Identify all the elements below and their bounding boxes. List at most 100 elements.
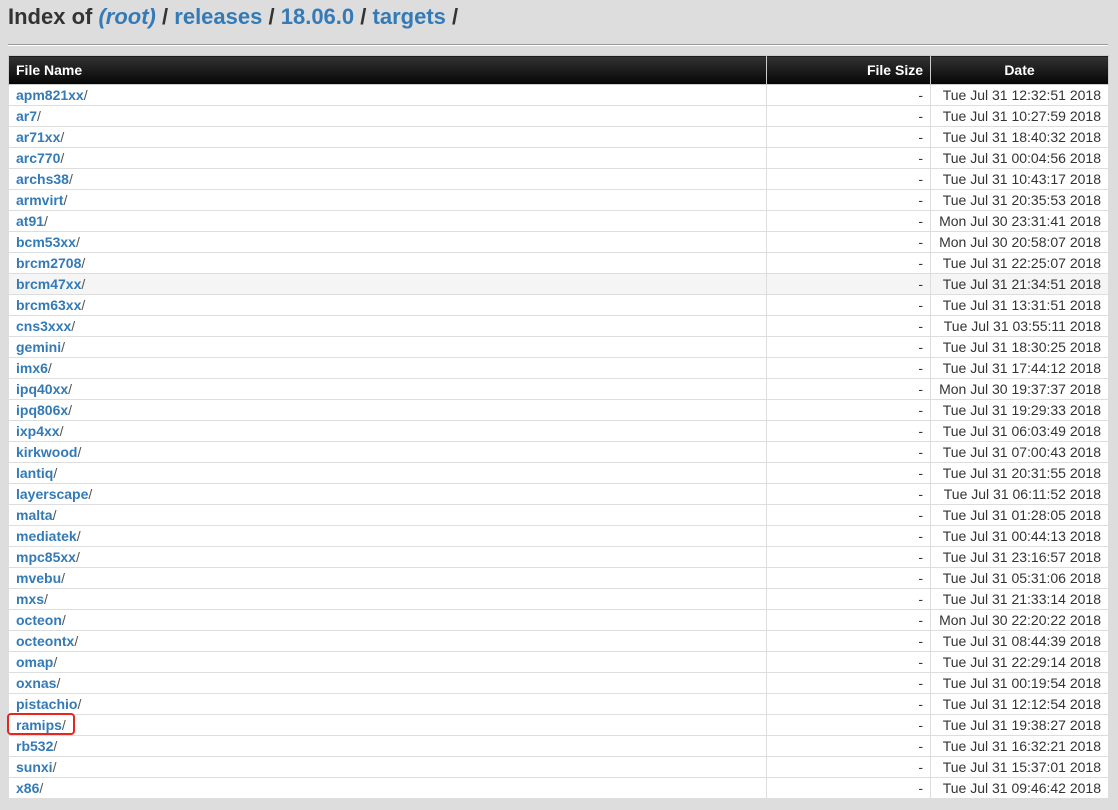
- date-cell: Tue Jul 31 08:44:39 2018: [930, 630, 1109, 652]
- file-name-cell: x86/: [8, 777, 767, 799]
- directory-link-ipq806x[interactable]: ipq806x: [16, 402, 68, 418]
- file-name-cell: malta/: [8, 504, 767, 526]
- directory-suffix: /: [56, 675, 61, 691]
- file-name-cell: mvebu/: [8, 567, 767, 589]
- file-name-cell: bcm53xx/: [8, 231, 767, 253]
- file-name-cell: oxnas/: [8, 672, 767, 694]
- directory-link-oxnas[interactable]: oxnas: [16, 675, 56, 691]
- directory-link-brcm63xx[interactable]: brcm63xx: [16, 297, 81, 313]
- directory-suffix: /: [53, 654, 58, 670]
- table-row: brcm47xx/- Tue Jul 31 21:34:51 2018: [8, 273, 1109, 295]
- directory-link-brcm2708[interactable]: brcm2708: [16, 255, 81, 271]
- file-size-cell: -: [766, 399, 931, 421]
- directory-suffix: /: [59, 423, 64, 439]
- file-size-cell: -: [766, 147, 931, 169]
- directory-suffix: /: [61, 339, 66, 355]
- directory-link-kirkwood[interactable]: kirkwood: [16, 444, 77, 460]
- directory-suffix: /: [39, 780, 44, 796]
- directory-link-archs38[interactable]: archs38: [16, 171, 69, 187]
- table-row: rb532/- Tue Jul 31 16:32:21 2018: [8, 735, 1109, 757]
- directory-link-ar7[interactable]: ar7: [16, 108, 37, 124]
- directory-suffix: /: [53, 738, 58, 754]
- directory-link-armvirt[interactable]: armvirt: [16, 192, 63, 208]
- date-cell: Tue Jul 31 10:27:59 2018: [930, 105, 1109, 127]
- file-name-cell: mpc85xx/: [8, 546, 767, 568]
- file-name-cell: imx6/: [8, 357, 767, 379]
- column-header-file-name[interactable]: File Name: [8, 55, 767, 85]
- table-row: pistachio/- Tue Jul 31 12:12:54 2018: [8, 693, 1109, 715]
- file-size-cell: -: [766, 441, 931, 463]
- date-cell: Tue Jul 31 05:31:06 2018: [930, 567, 1109, 589]
- directory-link-rb532[interactable]: rb532: [16, 738, 53, 754]
- directory-suffix: /: [68, 402, 73, 418]
- file-name-cell: gemini/: [8, 336, 767, 358]
- file-size-cell: -: [766, 126, 931, 148]
- directory-link-ixp4xx[interactable]: ixp4xx: [16, 423, 60, 439]
- divider: [8, 44, 1108, 46]
- date-cell: Tue Jul 31 19:29:33 2018: [930, 399, 1109, 421]
- table-row: kirkwood/- Tue Jul 31 07:00:43 2018: [8, 441, 1109, 463]
- date-cell: Tue Jul 31 21:33:14 2018: [930, 588, 1109, 610]
- directory-link-mvebu[interactable]: mvebu: [16, 570, 61, 586]
- directory-link-bcm53xx[interactable]: bcm53xx: [16, 234, 76, 250]
- directory-link-octeontx[interactable]: octeontx: [16, 633, 74, 649]
- table-row: x86/- Tue Jul 31 09:46:42 2018: [8, 777, 1109, 799]
- table-row: ixp4xx/- Tue Jul 31 06:03:49 2018: [8, 420, 1109, 442]
- table-row: layerscape/- Tue Jul 31 06:11:52 2018: [8, 483, 1109, 505]
- breadcrumb-root[interactable]: (root): [98, 4, 155, 29]
- date-cell: Tue Jul 31 17:44:12 2018: [930, 357, 1109, 379]
- directory-link-ar71xx[interactable]: ar71xx: [16, 129, 60, 145]
- date-cell: Mon Jul 30 19:37:37 2018: [930, 378, 1109, 400]
- directory-link-x86[interactable]: x86: [16, 780, 39, 796]
- directory-suffix: /: [47, 360, 52, 376]
- file-name-cell: brcm47xx/: [8, 273, 767, 295]
- directory-link-at91[interactable]: at91: [16, 213, 44, 229]
- table-row: ar7/- Tue Jul 31 10:27:59 2018: [8, 105, 1109, 127]
- directory-link-malta[interactable]: malta: [16, 507, 53, 523]
- breadcrumb-targets[interactable]: targets: [373, 4, 446, 29]
- column-header-file-size[interactable]: File Size: [766, 55, 931, 85]
- directory-link-ipq40xx[interactable]: ipq40xx: [16, 381, 68, 397]
- directory-link-cns3xxx[interactable]: cns3xxx: [16, 318, 71, 334]
- date-cell: Tue Jul 31 10:43:17 2018: [930, 168, 1109, 190]
- directory-link-pistachio[interactable]: pistachio: [16, 696, 77, 712]
- page-title: Index of (root) / releases / 18.06.0 / t…: [8, 3, 458, 31]
- file-name-cell: brcm63xx/: [8, 294, 767, 316]
- table-row: imx6/- Tue Jul 31 17:44:12 2018: [8, 357, 1109, 379]
- directory-link-gemini[interactable]: gemini: [16, 339, 61, 355]
- file-size-cell: -: [766, 693, 931, 715]
- date-cell: Tue Jul 31 01:28:05 2018: [930, 504, 1109, 526]
- title-prefix: Index of: [8, 4, 93, 29]
- date-cell: Tue Jul 31 19:38:27 2018: [930, 714, 1109, 736]
- directory-link-mpc85xx[interactable]: mpc85xx: [16, 549, 76, 565]
- breadcrumb-version[interactable]: 18.06.0: [281, 4, 354, 29]
- directory-link-arc770[interactable]: arc770: [16, 150, 60, 166]
- file-name-cell: ixp4xx/: [8, 420, 767, 442]
- file-size-cell: -: [766, 378, 931, 400]
- breadcrumb-sep: /: [452, 4, 459, 29]
- directory-link-apm821xx[interactable]: apm821xx: [16, 87, 84, 103]
- file-size-cell: -: [766, 105, 931, 127]
- directory-link-lantiq[interactable]: lantiq: [16, 465, 53, 481]
- directory-suffix: /: [61, 570, 66, 586]
- directory-link-layerscape[interactable]: layerscape: [16, 486, 88, 502]
- column-header-date[interactable]: Date: [930, 55, 1109, 85]
- directory-link-mediatek[interactable]: mediatek: [16, 528, 77, 544]
- breadcrumb-sep: /: [268, 4, 275, 29]
- breadcrumb-releases[interactable]: releases: [174, 4, 262, 29]
- file-name-cell: layerscape/: [8, 483, 767, 505]
- file-size-cell: -: [766, 168, 931, 190]
- table-row: mpc85xx/- Tue Jul 31 23:16:57 2018: [8, 546, 1109, 568]
- directory-link-mxs[interactable]: mxs: [16, 591, 44, 607]
- directory-link-brcm47xx[interactable]: brcm47xx: [16, 276, 81, 292]
- file-name-cell: lantiq/: [8, 462, 767, 484]
- directory-link-ramips[interactable]: ramips: [16, 717, 62, 733]
- table-row: omap/- Tue Jul 31 22:29:14 2018: [8, 651, 1109, 673]
- directory-suffix: /: [83, 87, 88, 103]
- file-name-cell: omap/: [8, 651, 767, 673]
- directory-link-omap[interactable]: omap: [16, 654, 53, 670]
- directory-link-octeon[interactable]: octeon: [16, 612, 62, 628]
- directory-link-imx6[interactable]: imx6: [16, 360, 48, 376]
- directory-link-sunxi[interactable]: sunxi: [16, 759, 53, 775]
- file-name-cell: arc770/: [8, 147, 767, 169]
